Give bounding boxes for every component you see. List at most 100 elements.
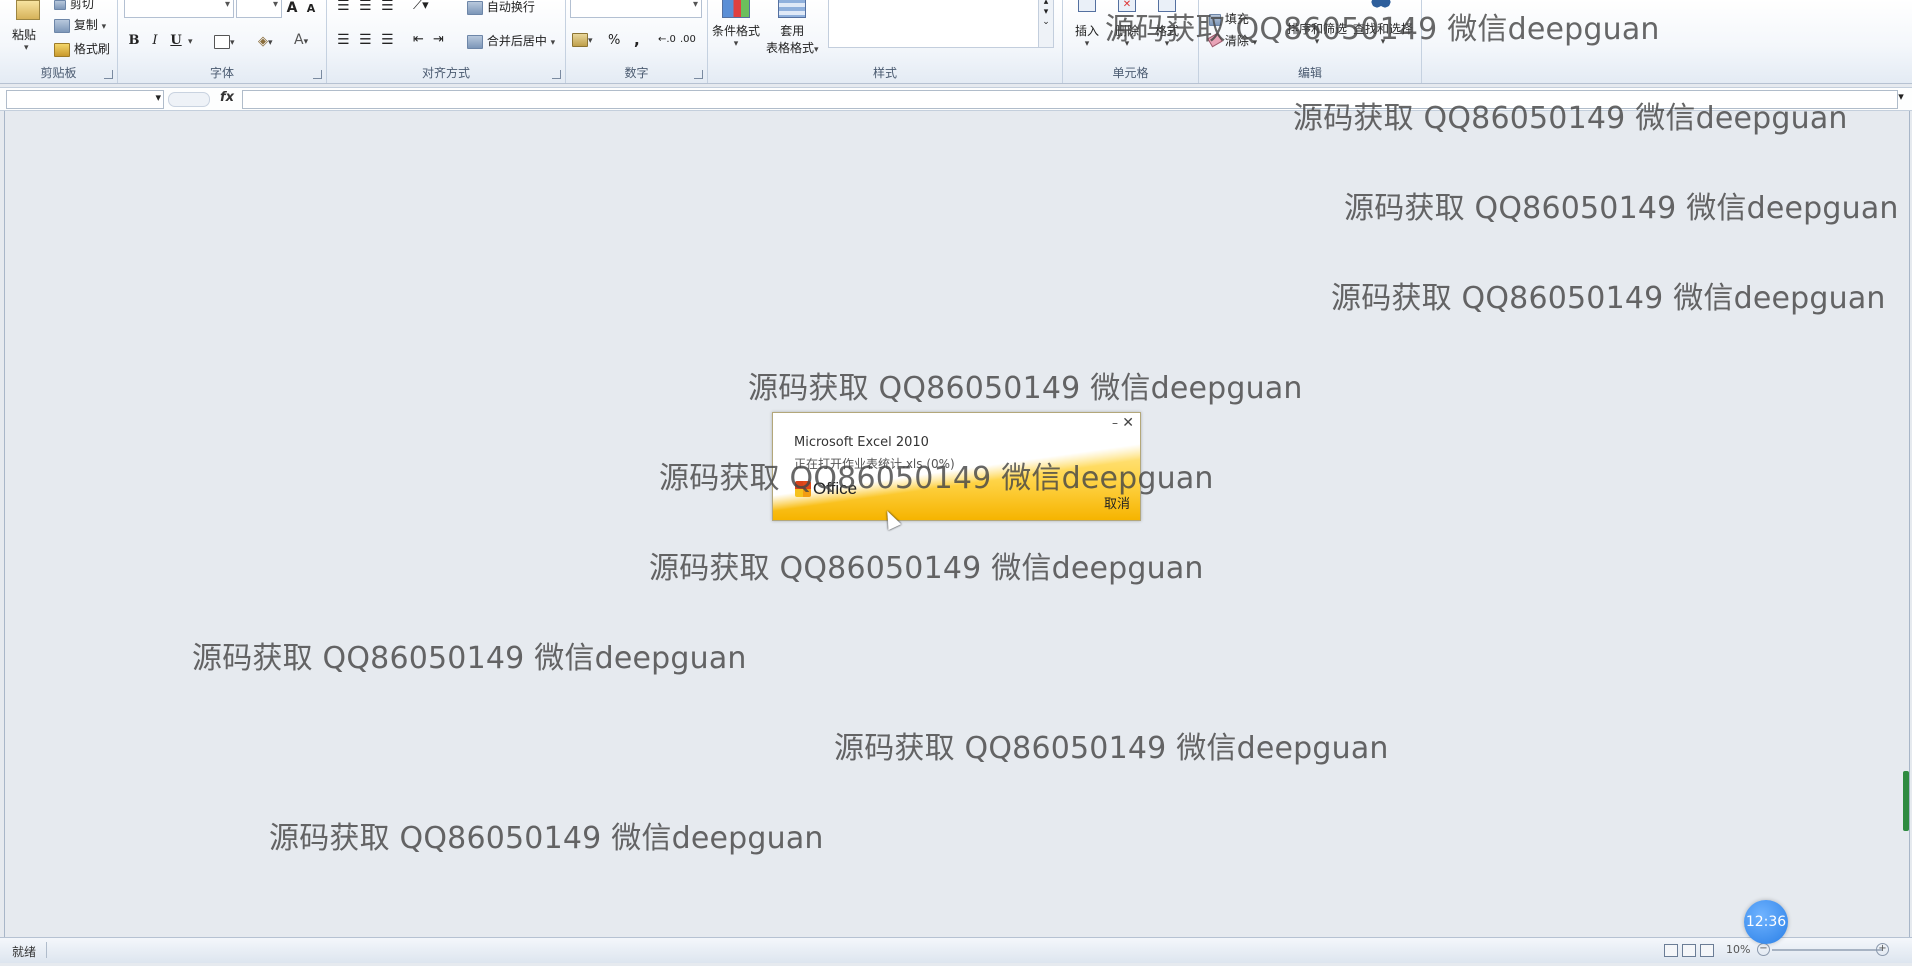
format-as-table-button[interactable]: 套用 表格格式▾ <box>766 0 819 56</box>
clear-button[interactable]: 清除 ▾ <box>1207 32 1257 49</box>
sort-filter-button[interactable]: 排序和筛选 ▾ <box>1287 20 1347 47</box>
paint-bucket-icon: ◈ <box>258 34 268 49</box>
copy-dropdown-icon[interactable]: ▾ <box>102 22 107 32</box>
percent-button[interactable]: % <box>608 33 620 48</box>
wrap-text-button[interactable]: 自动换行 <box>467 0 535 15</box>
alignment-launcher-icon[interactable] <box>552 70 561 79</box>
insert-function-icon[interactable]: fx <box>220 90 234 105</box>
merge-center-button[interactable]: 合并后居中 ▾ <box>467 32 555 49</box>
font-color-icon: A <box>294 32 304 48</box>
delete-label: 删除 <box>1115 24 1140 38</box>
page-break-view-icon[interactable] <box>1700 944 1714 957</box>
border-icon <box>214 34 230 49</box>
clipboard-launcher-icon[interactable] <box>104 70 113 79</box>
insert-cells-button[interactable]: 插入 ▾ <box>1075 0 1099 49</box>
wrap-text-label: 自动换行 <box>486 0 535 14</box>
sort-filter-label: 排序和筛选 <box>1287 22 1348 36</box>
format-cells-button[interactable]: 格式 ▾ <box>1155 0 1179 49</box>
formula-input[interactable] <box>242 90 1898 109</box>
expand-formula-bar-icon[interactable]: ▾ <box>1894 90 1908 107</box>
cut-button[interactable]: 剪切 <box>54 0 94 12</box>
page-layout-view-icon[interactable] <box>1682 944 1696 957</box>
cancel-button[interactable]: 取消 <box>1104 493 1130 512</box>
gallery-up-icon[interactable]: ▴ <box>1039 0 1053 7</box>
cut-label: 剪切 <box>69 0 94 11</box>
zoom-level[interactable]: 10% <box>1726 943 1750 956</box>
paste-label: 粘贴 <box>12 28 37 42</box>
top-align-icon[interactable]: ☰ <box>337 0 350 14</box>
decrease-decimal-icon[interactable]: .00 <box>680 34 696 45</box>
zoom-slider[interactable] <box>1772 949 1882 951</box>
font-launcher-icon[interactable] <box>313 70 322 79</box>
accounting-format-button[interactable]: ▾ <box>572 32 593 47</box>
bottom-align-icon[interactable]: ☰ <box>381 0 394 14</box>
fill-color-button[interactable]: ◈▾ <box>258 34 273 49</box>
paste-dropdown-icon[interactable]: ▾ <box>24 43 40 53</box>
number-format-dropdown[interactable] <box>570 0 702 18</box>
font-name-dropdown[interactable] <box>124 0 234 18</box>
product-name: Microsoft Excel 2010 <box>794 435 929 450</box>
find-select-label: 查找和选择 <box>1353 22 1414 36</box>
zoom-in-icon[interactable]: + <box>1876 943 1889 956</box>
conditional-format-icon <box>722 0 750 18</box>
conditional-format-button[interactable]: 条件格式 ▾ <box>712 0 760 49</box>
align-right-icon[interactable]: ☰ <box>381 32 394 48</box>
fill-button[interactable]: 填充 <box>1209 10 1249 27</box>
middle-align-icon[interactable]: ☰ <box>359 0 372 14</box>
number-launcher-icon[interactable] <box>694 70 703 79</box>
zoom-out-icon[interactable]: − <box>1757 943 1770 956</box>
gallery-down-icon[interactable]: ▾ <box>1039 7 1053 17</box>
format-as-table-label-2: 表格格式▾ <box>766 41 819 55</box>
font-color-button[interactable]: A▾ <box>294 32 308 48</box>
clipboard-group: 粘贴 ▾ 剪切 复制 ▾ 格式刷 剪贴板 <box>0 0 118 83</box>
copy-label: 复制 <box>73 18 98 32</box>
status-ready-text: 就绪 <box>12 945 37 959</box>
bold-button[interactable]: B <box>124 33 144 48</box>
orientation-icon[interactable]: ⟋▾ <box>413 0 429 13</box>
gallery-more-icon[interactable]: ⌄ <box>1039 17 1053 27</box>
paste-button[interactable]: 粘贴 ▾ <box>12 0 40 53</box>
increase-decimal-icon[interactable]: ←.0 <box>658 34 676 45</box>
office-logo-text: Office <box>813 479 858 498</box>
table-format-icon <box>778 0 807 18</box>
binoculars-icon <box>1371 0 1391 8</box>
merge-center-label: 合并后居中 <box>486 34 547 48</box>
align-center-icon[interactable]: ☰ <box>359 32 372 48</box>
format-painter-button[interactable]: 格式刷 <box>54 40 110 57</box>
increase-indent-icon[interactable]: ⇥ <box>433 32 444 47</box>
normal-view-icon[interactable] <box>1664 944 1678 957</box>
close-icon[interactable]: ✕ <box>1122 415 1134 431</box>
gallery-scroll[interactable]: ▴ ▾ ⌄ <box>1038 0 1054 48</box>
underline-button[interactable]: U <box>166 33 186 48</box>
align-left-icon[interactable]: ☰ <box>337 32 350 48</box>
format-as-table-label-1: 套用 <box>780 24 805 38</box>
shrink-font-button[interactable]: A <box>301 2 321 15</box>
grow-font-button[interactable]: A <box>282 0 302 16</box>
loading-status: 正在打开作业表统计.xls (0%) <box>794 457 955 471</box>
decrease-indent-icon[interactable]: ⇤ <box>413 32 424 47</box>
sort-filter-dropdown-icon[interactable]: ▾ <box>1287 37 1347 47</box>
formula-controls: fx <box>168 90 238 107</box>
status-divider <box>46 942 47 958</box>
clear-label: 清除 <box>1224 34 1249 48</box>
underline-dropdown-icon[interactable]: ▾ <box>188 37 193 47</box>
delete-cells-button[interactable]: ✕ 删除 ▾ <box>1115 0 1139 49</box>
find-select-dropdown-icon[interactable]: ▾ <box>1353 37 1413 47</box>
minimize-icon[interactable]: – <box>1112 416 1118 430</box>
find-select-button[interactable]: 查找和选择 ▾ <box>1353 20 1413 47</box>
comma-style-button[interactable]: , <box>634 31 640 49</box>
italic-button[interactable]: I <box>145 33 165 48</box>
border-button[interactable]: ▾ <box>214 34 235 49</box>
formula-bar-grip-icon[interactable] <box>168 92 210 107</box>
paintbrush-icon <box>54 42 70 57</box>
ribbon: 粘贴 ▾ 剪切 复制 ▾ 格式刷 剪贴板 A A B I U ▾ ▾ <box>0 0 1912 84</box>
recording-timer-badge[interactable]: 12:36 <box>1744 900 1788 944</box>
font-size-dropdown[interactable] <box>236 0 282 18</box>
side-panel-tab[interactable] <box>1903 771 1909 831</box>
scissors-icon <box>54 0 66 10</box>
copy-button[interactable]: 复制 ▾ <box>54 16 106 33</box>
cell-styles-gallery[interactable] <box>828 0 1040 48</box>
wrap-text-icon <box>467 0 483 15</box>
name-box[interactable] <box>6 90 164 109</box>
format-painter-label: 格式刷 <box>73 42 110 56</box>
